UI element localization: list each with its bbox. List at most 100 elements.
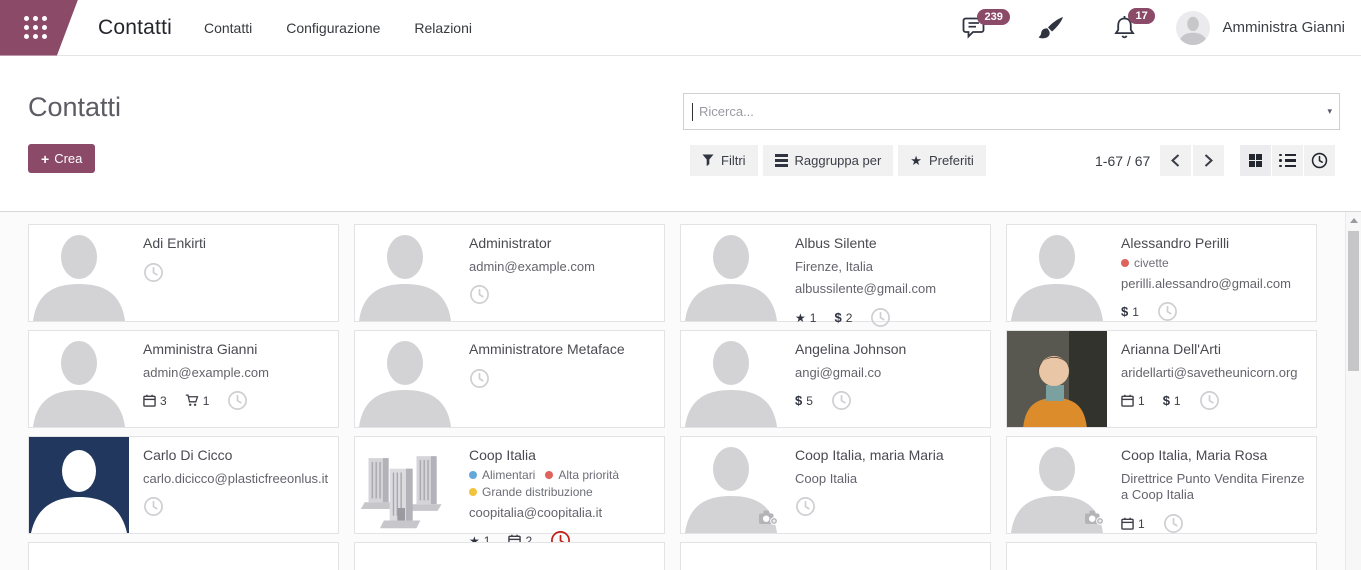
badge-calendar: 1	[1121, 394, 1145, 408]
apps-menu-button[interactable]	[0, 0, 78, 56]
search-input[interactable]	[693, 104, 1327, 119]
contact-tag: Alta priorità	[545, 468, 619, 482]
create-button[interactable]: + Crea	[28, 144, 95, 173]
activity-clock-icon[interactable]	[831, 390, 852, 411]
contact-card[interactable]: Carlo Di Ciccocarlo.dicicco@plasticfreeo…	[28, 436, 339, 534]
nav-item-relazioni[interactable]: Relazioni	[414, 20, 472, 36]
scroll-up-button[interactable]	[1346, 212, 1361, 228]
contact-line: aridellarti@savetheunicorn.org	[1121, 365, 1308, 382]
cart-icon	[185, 394, 199, 407]
top-navbar: Contatti Contatti Configurazione Relazio…	[0, 0, 1361, 56]
filters-button[interactable]: Filtri	[690, 145, 758, 176]
dollar-icon: $	[795, 393, 802, 408]
contact-card[interactable]: Administratoradmin@example.com	[354, 224, 665, 322]
contact-avatar	[681, 225, 781, 321]
person-placeholder-avatar	[29, 225, 129, 321]
contact-line: perilli.alessandro@gmail.com	[1121, 276, 1308, 293]
contact-card-body: Coop ItaliaAlimentariAlta prioritàGrande…	[455, 437, 664, 533]
contact-card-partial[interactable]	[680, 542, 991, 570]
contact-card[interactable]: Coop Italia, maria Maria Coop Italia	[680, 436, 991, 534]
user-menu[interactable]: Amministra Gianni	[1176, 11, 1345, 45]
contact-card-partial[interactable]	[28, 542, 339, 570]
contact-card[interactable]: Coop Italia, Maria RosaDirettrice Punto …	[1006, 436, 1317, 534]
scroll-thumb[interactable]	[1348, 231, 1359, 371]
badge-count: 1	[810, 311, 817, 325]
activity-clock-icon[interactable]	[795, 496, 816, 517]
activity-clock-icon[interactable]	[469, 368, 490, 389]
person-placeholder-avatar	[355, 331, 455, 427]
contact-avatar	[355, 225, 455, 321]
contact-tag: civette	[1121, 256, 1169, 270]
pager-next-button[interactable]	[1193, 145, 1224, 176]
theme-brush-button[interactable]	[1037, 15, 1065, 41]
view-activity-button[interactable]	[1304, 145, 1335, 176]
contact-badges	[795, 496, 982, 517]
contact-card[interactable]: Angelina Johnsonangi@gmail.co$5	[680, 330, 991, 428]
nav-item-configurazione[interactable]: Configurazione	[286, 20, 380, 36]
nav-item-contatti[interactable]: Contatti	[204, 20, 252, 36]
contact-card[interactable]: Albus SilenteFirenze, Italiaalbussilente…	[680, 224, 991, 322]
contact-card[interactable]: Adi Enkirti	[28, 224, 339, 322]
contact-photo	[1007, 331, 1107, 427]
star-icon: ★	[795, 311, 806, 325]
contact-card[interactable]: Arianna Dell'Artiaridellarti@savetheunic…	[1006, 330, 1317, 428]
contact-tag: Alimentari	[469, 468, 535, 482]
messages-button[interactable]: 239	[962, 16, 989, 40]
star-icon: ★	[910, 153, 922, 169]
camera-overlay-icon	[759, 510, 778, 530]
contact-badges: $5	[795, 390, 982, 411]
contact-line: Coop Italia	[795, 471, 982, 488]
activities-button[interactable]: 17	[1113, 15, 1136, 40]
activity-clock-icon[interactable]	[1157, 301, 1178, 322]
contact-badges: 1	[1121, 513, 1308, 534]
app-menus: Contatti Configurazione Relazioni	[204, 20, 472, 36]
badge-calendar: 3	[143, 394, 167, 408]
contact-avatar	[355, 437, 455, 533]
badge-star: ★1	[795, 311, 816, 325]
contact-card-partial[interactable]	[1006, 542, 1317, 570]
contact-badges	[143, 496, 330, 517]
activity-clock-icon[interactable]	[143, 262, 164, 283]
contact-card-body: Coop Italia, maria Maria Coop Italia	[781, 437, 990, 533]
contact-avatar	[681, 437, 781, 533]
contact-badges: 1$1	[1121, 390, 1308, 411]
contact-line: coopitalia@coopitalia.it	[469, 505, 656, 522]
dollar-icon: $	[1163, 393, 1170, 408]
contact-avatar	[29, 437, 129, 533]
app-name: Contatti	[98, 16, 172, 40]
view-kanban-button[interactable]	[1240, 145, 1271, 176]
view-list-button[interactable]	[1272, 145, 1303, 176]
activity-clock-icon[interactable]	[870, 307, 891, 328]
badge-dollar: $2	[834, 310, 852, 325]
contact-card[interactable]: Alessandro Perillicivetteperilli.alessan…	[1006, 224, 1317, 322]
contact-badges: ★1$2	[795, 307, 982, 328]
contact-card-body: Alessandro Perillicivetteperilli.alessan…	[1107, 225, 1316, 321]
favorites-button[interactable]: ★ Preferiti	[898, 145, 985, 176]
activity-clock-icon[interactable]	[143, 496, 164, 517]
control-panel: Contatti + Crea ▾ Filtri Raggruppa per ★…	[0, 56, 1361, 211]
activity-clock-icon[interactable]	[469, 284, 490, 305]
search-dropdown-caret-icon[interactable]: ▾	[1327, 106, 1339, 117]
contact-name: Coop Italia, maria Maria	[795, 447, 982, 465]
groupby-button[interactable]: Raggruppa per	[763, 145, 894, 176]
contact-card-body: Carlo Di Ciccocarlo.dicicco@plasticfreeo…	[129, 437, 338, 533]
activity-clock-icon[interactable]	[1163, 513, 1184, 534]
vertical-scrollbar[interactable]	[1345, 212, 1361, 570]
list-icon	[1279, 154, 1296, 168]
pager-prev-button[interactable]	[1160, 145, 1191, 176]
contact-card[interactable]: Coop ItaliaAlimentariAlta prioritàGrande…	[354, 436, 665, 534]
contact-avatar	[1007, 331, 1107, 427]
contact-card[interactable]: Amministra Gianniadmin@example.com31	[28, 330, 339, 428]
contact-card[interactable]: Amministratore Metaface	[354, 330, 665, 428]
activity-clock-icon[interactable]	[227, 390, 248, 411]
contact-card-partial[interactable]	[354, 542, 665, 570]
contact-tags: civette	[1121, 256, 1308, 270]
contact-name: Angelina Johnson	[795, 341, 982, 359]
badge-count: 1	[1132, 305, 1139, 319]
messages-badge: 239	[977, 9, 1009, 25]
pager: 1-67 / 67	[1095, 145, 1224, 176]
contact-card-body: Amministra Gianniadmin@example.com31	[129, 331, 338, 427]
kanban-icon	[1249, 154, 1263, 168]
activity-clock-icon[interactable]	[1199, 390, 1220, 411]
badge-dollar: $5	[795, 393, 813, 408]
